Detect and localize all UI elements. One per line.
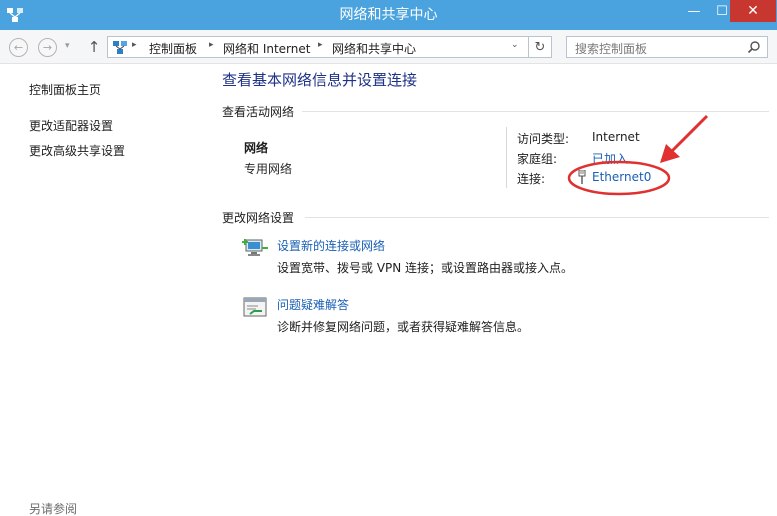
change-adapter-settings-link[interactable]: 更改适配器设置 (29, 117, 113, 134)
section-divider (305, 217, 769, 218)
title-bar: 网络和共享中心 — ☐ ✕ (0, 0, 777, 30)
close-button[interactable]: ✕ (730, 0, 776, 22)
search-placeholder: 搜索控制面板 (575, 42, 648, 56)
breadcrumb-network-internet[interactable]: 网络和 Internet (223, 40, 310, 57)
troubleshoot-link[interactable]: 问题疑难解答 (277, 296, 349, 313)
up-button[interactable]: ↑ (86, 38, 102, 56)
setup-connection-description: 设置宽带、拨号或 VPN 连接；或设置路由器或接入点。 (277, 261, 574, 275)
section-divider (302, 111, 769, 112)
breadcrumb-network-center[interactable]: 网络和共享中心 (332, 40, 416, 57)
annotation-arrow-head (660, 144, 680, 163)
active-networks-heading: 查看活动网络 (222, 105, 295, 119)
breadcrumb-separator-icon: ▸ (318, 40, 323, 50)
access-type-label: 访问类型: (517, 132, 570, 146)
search-input[interactable]: 搜索控制面板 (566, 36, 768, 58)
network-type: 专用网络 (244, 162, 293, 176)
ethernet-connection-link[interactable]: Ethernet0 (592, 170, 651, 184)
back-button[interactable]: ← (9, 38, 28, 57)
recent-locations-button[interactable]: ▾ (65, 41, 70, 51)
window-title: 网络和共享中心 (339, 7, 438, 23)
vertical-divider (506, 127, 507, 188)
refresh-button[interactable]: ↻ (529, 36, 552, 58)
address-dropdown-icon[interactable]: ⌄ (511, 40, 519, 50)
minimize-button[interactable]: — (680, 0, 708, 22)
homegroup-label: 家庭组: (517, 152, 558, 166)
page-title: 查看基本网络信息并设置连接 (222, 71, 418, 89)
change-settings-heading: 更改网络设置 (222, 211, 295, 225)
breadcrumb-control-panel[interactable]: 控制面板 (149, 40, 197, 57)
forward-button[interactable]: → (38, 38, 57, 57)
breadcrumb-separator-icon: ▸ (209, 40, 214, 50)
address-bar[interactable]: ▸ 控制面板 ▸ 网络和 Internet ▸ 网络和共享中心 ⌄ (107, 36, 529, 58)
connection-label: 连接: (517, 172, 546, 186)
change-advanced-sharing-link[interactable]: 更改高级共享设置 (29, 142, 125, 159)
access-type-value: Internet (592, 130, 640, 144)
homegroup-link[interactable]: 已加入 (592, 150, 628, 167)
troubleshoot-icon (243, 297, 267, 317)
ethernet-icon (578, 170, 586, 184)
network-name: 网络 (244, 141, 269, 155)
control-panel-home-link[interactable]: 控制面板主页 (29, 81, 101, 98)
network-setup-icon (242, 239, 268, 256)
breadcrumb-separator-icon: ▸ (132, 40, 137, 50)
setup-connection-link[interactable]: 设置新的连接或网络 (277, 237, 385, 254)
search-icon[interactable] (747, 40, 761, 54)
troubleshoot-description: 诊断并修复网络问题，或者获得疑难解答信息。 (277, 320, 530, 334)
see-also-heading: 另请参阅 (29, 502, 78, 516)
annotation-arrow-shaft (669, 114, 709, 154)
control-panel-icon (113, 41, 127, 54)
